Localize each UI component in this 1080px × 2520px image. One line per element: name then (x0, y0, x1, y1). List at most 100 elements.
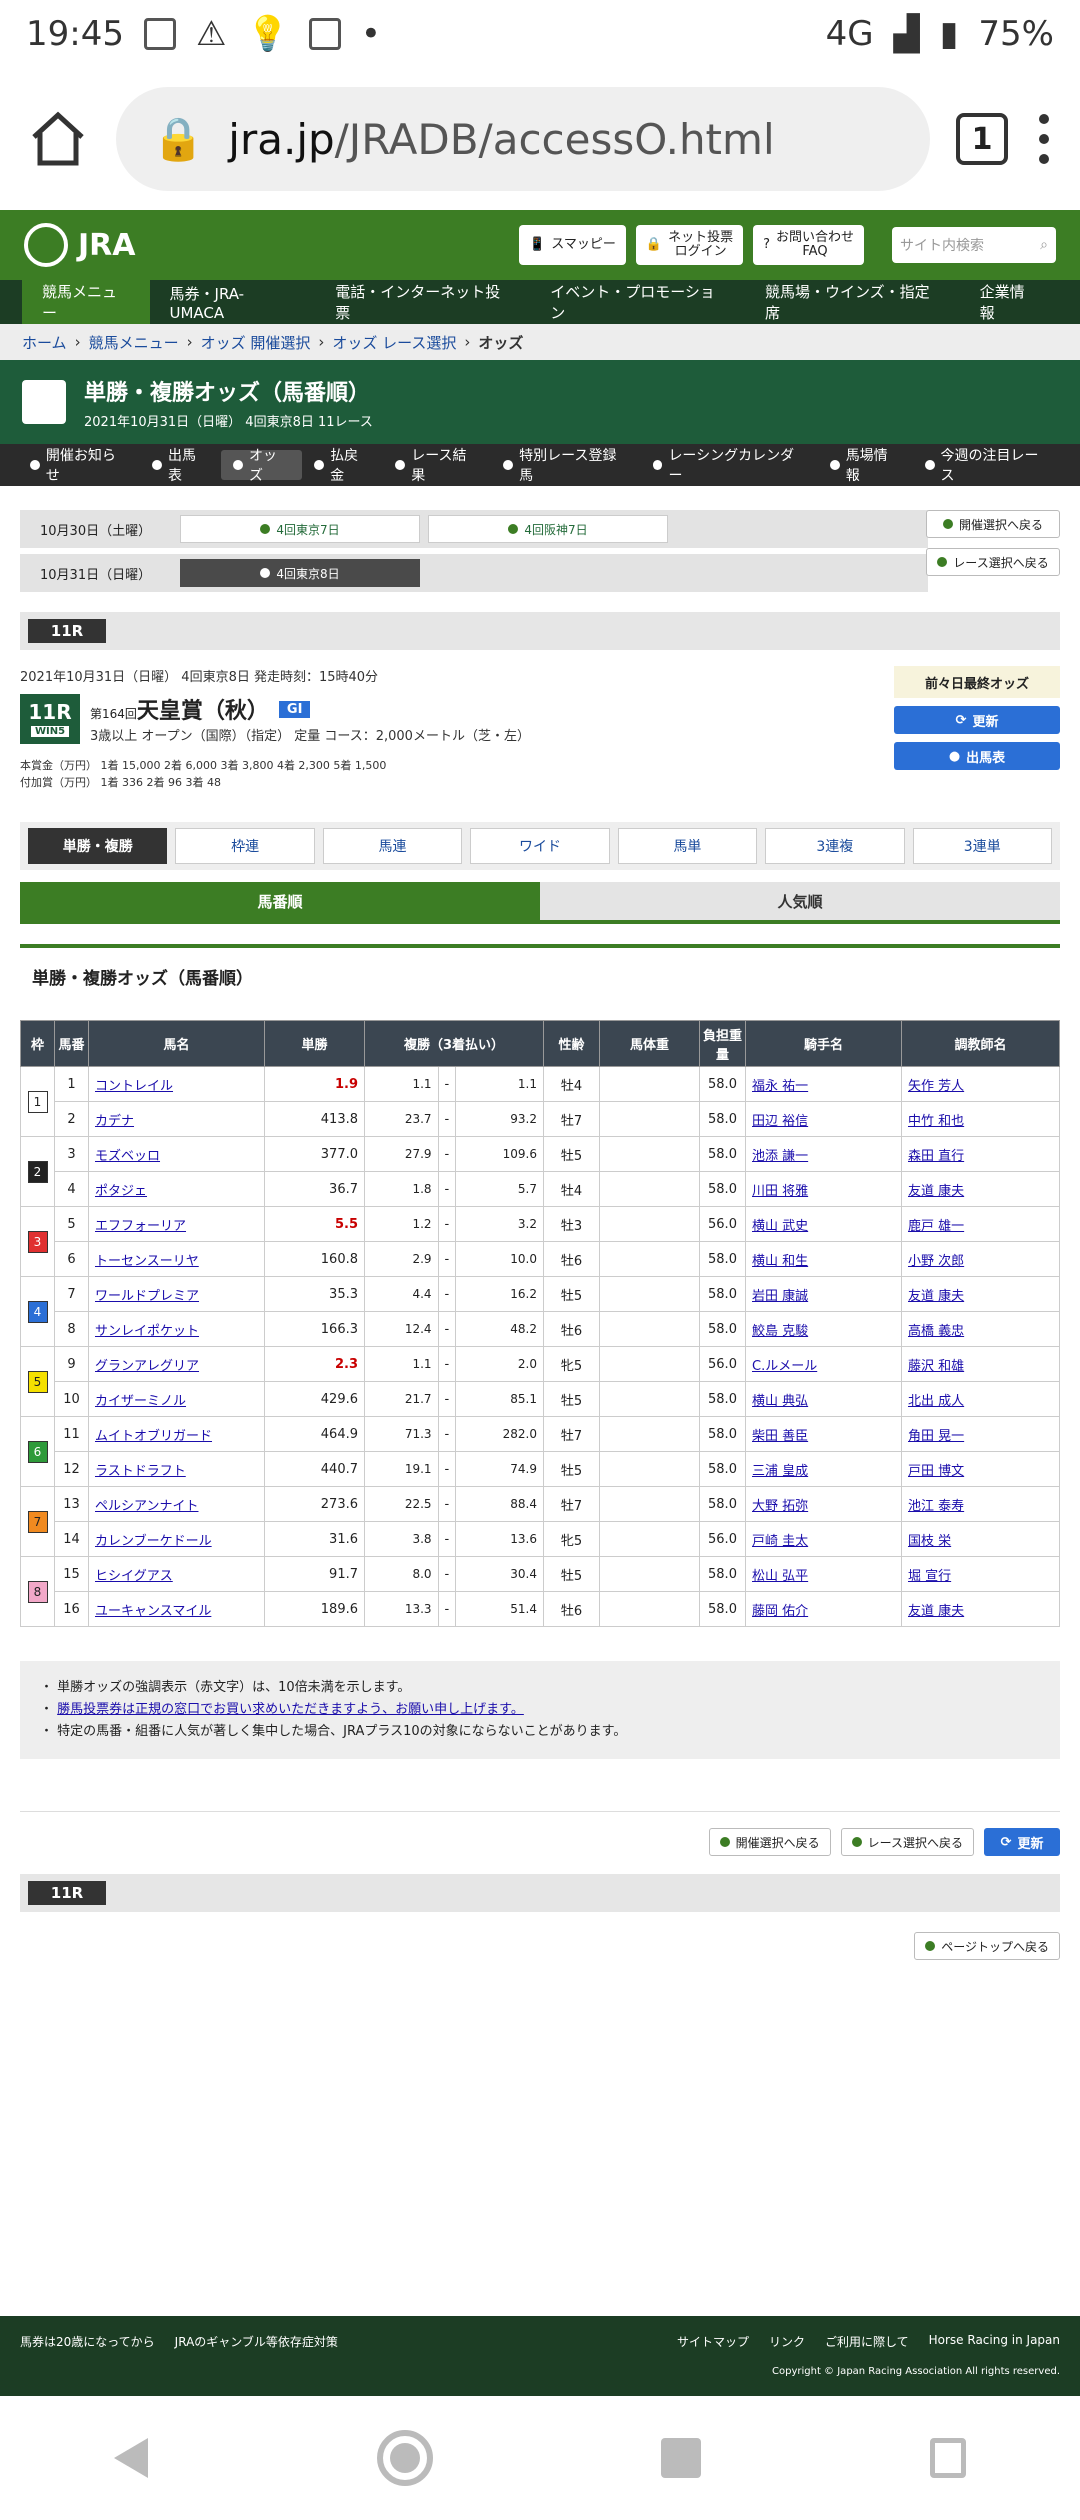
horse-link[interactable]: モズベッロ (95, 1149, 160, 1164)
jockey-link[interactable]: 岩田 康誠 (752, 1289, 808, 1304)
horse-link[interactable]: トーセンスーリヤ (95, 1254, 199, 1269)
breadcrumb-home[interactable]: ホーム (22, 332, 67, 353)
tab-trio[interactable]: 3連複 (765, 828, 905, 864)
nav-racecourse[interactable]: 競馬場・ウインズ・指定席 (745, 280, 960, 324)
horse-link[interactable]: カデナ (95, 1114, 134, 1129)
sort-by-popularity[interactable]: 人気順 (540, 882, 1060, 920)
jockey-link[interactable]: 横山 典弘 (752, 1394, 808, 1409)
breadcrumb-odds-race[interactable]: オッズ レース選択 (332, 332, 456, 353)
nav-corporate[interactable]: 企業情報 (960, 280, 1058, 324)
sort-by-number[interactable]: 馬番順 (20, 882, 540, 920)
refresh-button[interactable]: ⟳ 更新 (984, 1828, 1060, 1857)
footer-link-links[interactable]: リンク (769, 2333, 805, 2350)
footer-link-age[interactable]: 馬券は20歳になってから (20, 2333, 155, 2350)
back-to-meet-button[interactable]: 開催選択へ戻る (926, 510, 1060, 538)
home-button-icon[interactable] (376, 2430, 433, 2486)
horse-link[interactable]: エフフォーリア (95, 1219, 186, 1234)
nav-keiba-menu[interactable]: 競馬メニュー (22, 280, 150, 324)
subnav-featured[interactable]: 今週の注目レース (913, 448, 1062, 484)
trainer-link[interactable]: 友道 康夫 (908, 1289, 964, 1304)
rotate-icon[interactable] (929, 2438, 966, 2478)
jockey-link[interactable]: 横山 和生 (752, 1254, 808, 1269)
trainer-link[interactable]: 池江 泰寿 (908, 1499, 964, 1514)
nav-phone-internet-vote[interactable]: 電話・インターネット投票 (315, 280, 530, 324)
trainer-link[interactable]: 小野 次郎 (908, 1254, 964, 1269)
jockey-link[interactable]: 大野 拓弥 (752, 1499, 808, 1514)
jockey-link[interactable]: C.ルメール (752, 1359, 817, 1374)
trainer-link[interactable]: 戸田 博文 (908, 1464, 964, 1479)
subnav-calendar[interactable]: レーシングカレンダー (641, 448, 818, 484)
subnav-payout[interactable]: 払戻金 (302, 448, 383, 484)
trainer-link[interactable]: 友道 康夫 (908, 1184, 964, 1199)
jockey-link[interactable]: 松山 弘平 (752, 1569, 808, 1584)
back-icon[interactable] (114, 2438, 149, 2478)
trainer-link[interactable]: 堀 宣行 (908, 1569, 951, 1584)
jra-logo[interactable]: JRA (24, 223, 135, 267)
horse-link[interactable]: ムイトオブリガード (95, 1429, 212, 1444)
footer-link-gambling[interactable]: JRAのギャンブル等依存症対策 (175, 2333, 338, 2350)
net-vote-login-button[interactable]: 🔒 ネット投票 ログイン (635, 225, 744, 265)
horse-link[interactable]: ユーキャンスマイル (95, 1604, 211, 1619)
horse-link[interactable]: グランアレグリア (95, 1359, 199, 1374)
browser-menu-icon[interactable] (1034, 114, 1054, 164)
horse-link[interactable]: サンレイポケット (95, 1324, 199, 1339)
meet-tokyo-7[interactable]: 4回東京7日 (180, 515, 420, 543)
site-search-input[interactable]: サイト内検索 ⌕ (892, 227, 1056, 263)
meet-hanshin-7[interactable]: 4回阪神7日 (428, 515, 668, 543)
breadcrumb-keiba-menu[interactable]: 競馬メニュー (89, 332, 179, 353)
subnav-results[interactable]: レース結果 (383, 448, 491, 484)
trainer-link[interactable]: 藤沢 和雄 (908, 1359, 964, 1374)
tab-exacta[interactable]: 馬単 (617, 828, 758, 864)
smappy-button[interactable]: 📱 スマッピー (519, 225, 626, 265)
jockey-link[interactable]: 福永 祐一 (752, 1079, 808, 1094)
footer-link-english[interactable]: Horse Racing in Japan (929, 2333, 1060, 2350)
subnav-odds[interactable]: オッズ (221, 448, 303, 484)
trainer-link[interactable]: 鹿戸 雄一 (908, 1219, 964, 1234)
trainer-link[interactable]: 友道 康夫 (908, 1604, 964, 1619)
subnav-entries[interactable]: 出馬表 (140, 448, 221, 484)
tab-bracket[interactable]: 枠連 (175, 828, 315, 864)
jockey-link[interactable]: 川田 将雅 (752, 1184, 808, 1199)
tab-win-place[interactable]: 単勝・複勝 (28, 828, 168, 864)
address-bar[interactable]: 🔒 jra.jp/JRADB/accessO.html (116, 87, 930, 191)
back-to-race-button[interactable]: レース選択へ戻る (840, 1828, 974, 1857)
trainer-link[interactable]: 角田 晃一 (908, 1429, 964, 1444)
footer-link-terms[interactable]: ご利用に際して (825, 2333, 909, 2350)
jockey-link[interactable]: 鮫島 克駿 (752, 1324, 808, 1339)
trainer-link[interactable]: 矢作 芳人 (908, 1079, 964, 1094)
horse-link[interactable]: カレンブーケドール (95, 1534, 212, 1549)
note-link[interactable]: 勝馬投票券は正規の窓口でお買い求めいただきますよう、お願い申し上げます。 (57, 1702, 524, 1717)
horse-link[interactable]: カイザーミノル (95, 1394, 186, 1409)
recents-icon[interactable] (661, 2438, 702, 2478)
jockey-link[interactable]: 三浦 皇成 (752, 1464, 808, 1479)
breadcrumb-odds-meet[interactable]: オッズ 開催選択 (201, 332, 311, 353)
trainer-link[interactable]: 森田 直行 (908, 1149, 964, 1164)
tab-wide[interactable]: ワイド (470, 828, 610, 864)
back-to-meet-button[interactable]: 開催選択へ戻る (708, 1828, 831, 1857)
back-to-race-button[interactable]: レース選択へ戻る (926, 548, 1060, 576)
horse-link[interactable]: ペルシアンナイト (95, 1499, 198, 1514)
subnav-track-info[interactable]: 馬場情報 (818, 448, 913, 484)
jockey-link[interactable]: 池添 謙一 (752, 1149, 808, 1164)
trainer-link[interactable]: 国枝 栄 (908, 1534, 951, 1549)
horse-link[interactable]: ラストドラフト (95, 1464, 186, 1479)
subnav-notice[interactable]: 開催お知らせ (18, 448, 140, 484)
nav-event[interactable]: イベント・プロモーション (530, 280, 745, 324)
jockey-link[interactable]: 田辺 裕信 (752, 1114, 808, 1129)
jockey-link[interactable]: 横山 武史 (752, 1219, 808, 1234)
trainer-link[interactable]: 高橋 義忠 (908, 1324, 964, 1339)
meet-tokyo-8[interactable]: 4回東京8日 (180, 559, 420, 587)
tab-quinella[interactable]: 馬連 (322, 828, 463, 864)
subnav-special-reg[interactable]: 特別レース登録馬 (491, 448, 640, 484)
horse-link[interactable]: ヒシイグアス (95, 1569, 173, 1584)
faq-button[interactable]: ? お問い合わせ FAQ (753, 225, 864, 265)
tab-trifecta[interactable]: 3連単 (912, 828, 1052, 864)
trainer-link[interactable]: 中竹 和也 (908, 1114, 964, 1129)
nav-baken[interactable]: 馬券・JRA-UMACA (150, 280, 316, 324)
jockey-link[interactable]: 戸崎 圭太 (752, 1534, 808, 1549)
trainer-link[interactable]: 北出 成人 (908, 1394, 964, 1409)
horse-link[interactable]: ポタジェ (95, 1184, 147, 1199)
horse-link[interactable]: ワールドプレミア (95, 1289, 199, 1304)
page-top-button[interactable]: ページトップへ戻る (914, 1932, 1060, 1961)
jockey-link[interactable]: 藤岡 佑介 (752, 1604, 808, 1619)
